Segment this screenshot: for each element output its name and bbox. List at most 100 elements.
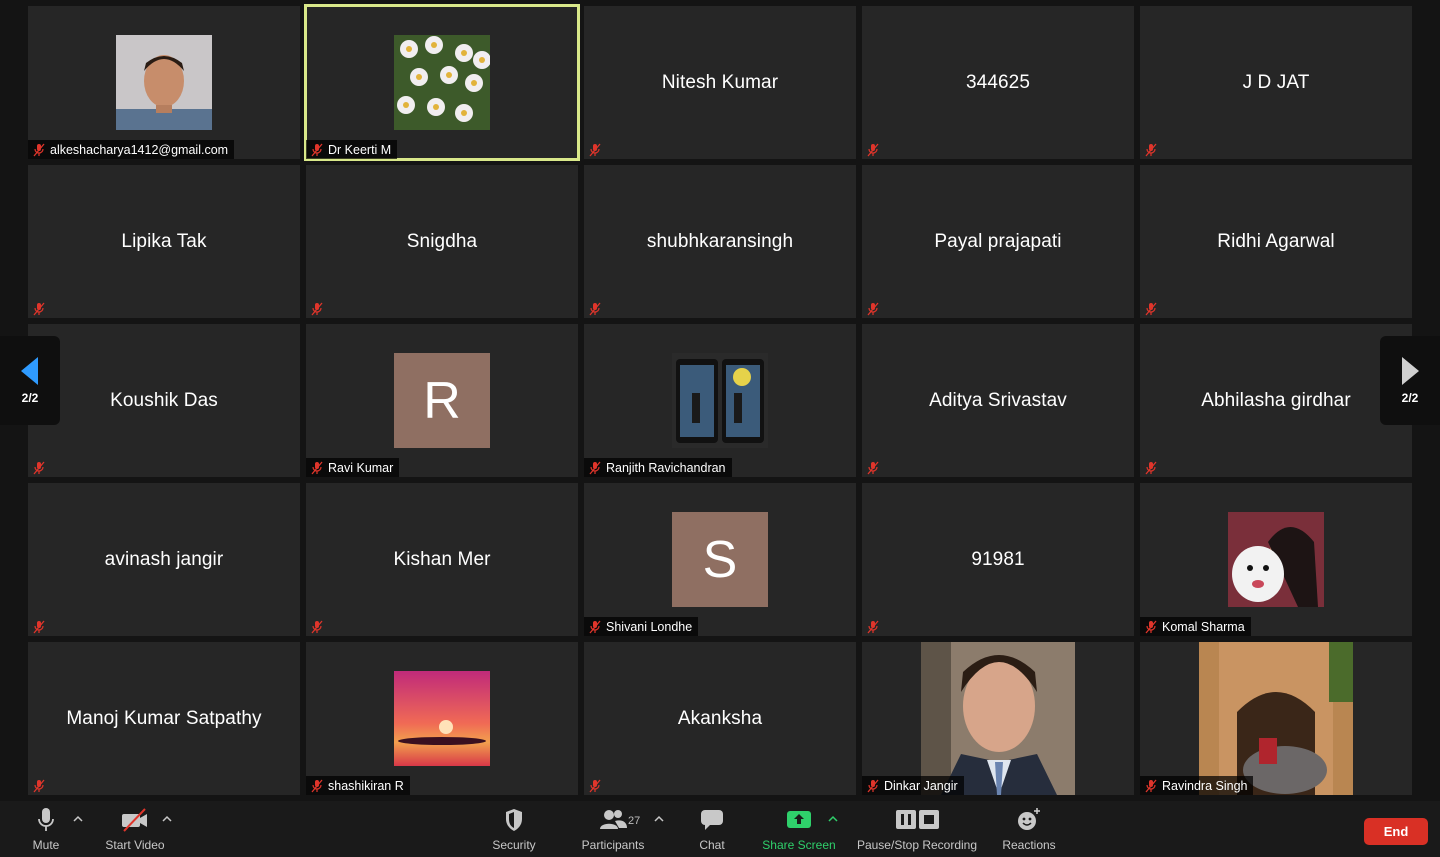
muted-microphone-icon: [33, 143, 45, 156]
participants-count: 27: [628, 815, 641, 827]
participant-tile[interactable]: 344625: [862, 6, 1134, 159]
participant-name: Ridhi Agarwal: [1217, 230, 1335, 252]
pause-stop-recording-button[interactable]: Pause/Stop Recording: [852, 807, 982, 853]
mute-label: Mute: [32, 838, 60, 852]
participant-tile[interactable]: shubhkaransingh: [584, 165, 856, 318]
participant-label-text: shashikiran R: [328, 778, 404, 793]
reactions-button[interactable]: Reactions: [998, 807, 1060, 853]
reactions-label: Reactions: [1002, 838, 1056, 852]
participant-tile[interactable]: Kishan Mer: [306, 483, 578, 636]
participant-tile[interactable]: Abhilasha girdhar: [1140, 324, 1412, 477]
participant-label-text: Shivani Londhe: [606, 619, 693, 634]
end-meeting-button[interactable]: End: [1364, 818, 1428, 845]
participant-label: [862, 617, 888, 636]
participant-label: [1140, 140, 1166, 159]
participant-name: J D JAT: [1242, 71, 1310, 93]
participant-tile[interactable]: S Shivani Londhe: [584, 483, 856, 636]
participant-label: Komal Sharma: [1140, 617, 1251, 636]
previous-page-button[interactable]: 2/2: [0, 336, 60, 425]
participant-label-text: alkeshacharya1412@gmail.com: [50, 142, 229, 157]
participant-name: 344625: [965, 71, 1030, 93]
participant-tile[interactable]: Akanksha: [584, 642, 856, 795]
participant-label: [28, 299, 54, 318]
participant-tile[interactable]: Komal Sharma: [1140, 483, 1412, 636]
participant-tile[interactable]: Ravindra Singh: [1140, 642, 1412, 795]
shield-icon: [506, 809, 522, 831]
next-page-button[interactable]: 2/2: [1380, 336, 1440, 425]
participant-name: Abhilasha girdhar: [1201, 389, 1351, 411]
participant-name: avinash jangir: [104, 548, 224, 570]
pause-stop-icon: [896, 810, 939, 829]
profile-photo: [672, 353, 768, 448]
muted-microphone-icon: [33, 779, 45, 792]
muted-microphone-icon: [589, 302, 601, 315]
participant-tile[interactable]: Payal prajapati: [862, 165, 1134, 318]
share-screen-button[interactable]: Share Screen: [758, 807, 840, 853]
share-screen-icon: [787, 811, 811, 828]
video-camera-off-icon: [122, 808, 147, 832]
audio-options-caret-icon[interactable]: [73, 815, 83, 823]
muted-microphone-icon: [1145, 143, 1157, 156]
microphone-icon: [38, 808, 54, 831]
participant-tile[interactable]: Ridhi Agarwal: [1140, 165, 1412, 318]
participant-label: [28, 458, 54, 477]
participants-button[interactable]: Participants: [576, 807, 650, 853]
page-indicator-right: 2/2: [1401, 390, 1419, 405]
participant-tile[interactable]: Snigdha: [306, 165, 578, 318]
pause-stop-recording-label: Pause/Stop Recording: [856, 838, 978, 852]
participant-name: 91981: [971, 548, 1025, 570]
participant-tile[interactable]: avinash jangir: [28, 483, 300, 636]
participant-tile[interactable]: Nitesh Kumar: [584, 6, 856, 159]
participant-label: [862, 458, 888, 477]
participant-label: [1140, 299, 1166, 318]
participant-tile[interactable]: R Ravi Kumar: [306, 324, 578, 477]
participant-tile[interactable]: shashikiran R: [306, 642, 578, 795]
start-video-label: Start Video: [105, 838, 165, 852]
arrow-left-icon: [21, 356, 38, 385]
participant-tile[interactable]: Koushik Das: [28, 324, 300, 477]
participant-label: alkeshacharya1412@gmail.com: [28, 140, 235, 159]
participant-label: [584, 140, 610, 159]
video-feed: [1199, 642, 1353, 795]
muted-microphone-icon: [1145, 461, 1157, 474]
chat-bubble-icon: [701, 810, 723, 830]
mute-button[interactable]: Mute: [28, 807, 64, 853]
participant-label-text: Ravindra Singh: [1162, 778, 1248, 793]
participant-label-text: Ravi Kumar: [328, 460, 394, 475]
security-button[interactable]: Security: [488, 807, 540, 853]
participant-label: shashikiran R: [306, 776, 410, 795]
participant-tile[interactable]: Aditya Srivastav: [862, 324, 1134, 477]
participant-tile[interactable]: Manoj Kumar Satpathy: [28, 642, 300, 795]
muted-microphone-icon: [867, 302, 879, 315]
arrow-right-icon: [1402, 356, 1419, 385]
video-options-caret-icon[interactable]: [162, 815, 172, 823]
participant-label: Ravindra Singh: [1140, 776, 1254, 795]
participant-tile[interactable]: Dinkar Jangir: [862, 642, 1134, 795]
participant-name: Akanksha: [677, 707, 763, 729]
chat-button[interactable]: Chat: [692, 807, 732, 853]
muted-microphone-icon: [1145, 779, 1157, 792]
participant-label-text: Dr Keerti M: [328, 142, 392, 157]
participant-name: Kishan Mer: [393, 548, 491, 570]
participant-label: [584, 776, 610, 795]
participants-options-caret-icon[interactable]: [654, 815, 664, 823]
participant-name: Payal prajapati: [934, 230, 1062, 252]
gallery-grid: alkeshacharya1412@gmail.com Dr Keerti M Ni…: [28, 4, 1412, 796]
muted-microphone-icon: [589, 779, 601, 792]
participant-label: [862, 299, 888, 318]
participant-tile[interactable]: J D JAT: [1140, 6, 1412, 159]
profile-photo: [1228, 512, 1324, 607]
share-options-caret-icon[interactable]: [828, 815, 838, 823]
participant-tile[interactable]: alkeshacharya1412@gmail.com: [28, 6, 300, 159]
participant-label-text: Dinkar Jangir: [884, 778, 958, 793]
participant-label: [28, 776, 54, 795]
muted-microphone-icon: [867, 779, 879, 792]
participant-tile[interactable]: Dr Keerti M: [304, 4, 580, 161]
participant-label: [306, 299, 332, 318]
participant-tile[interactable]: 91981: [862, 483, 1134, 636]
start-video-button[interactable]: Start Video: [100, 807, 170, 853]
participant-tile[interactable]: Ranjith Ravichandran: [584, 324, 856, 477]
participant-tile[interactable]: Lipika Tak: [28, 165, 300, 318]
muted-microphone-icon: [867, 461, 879, 474]
participant-name: Nitesh Kumar: [661, 71, 779, 93]
